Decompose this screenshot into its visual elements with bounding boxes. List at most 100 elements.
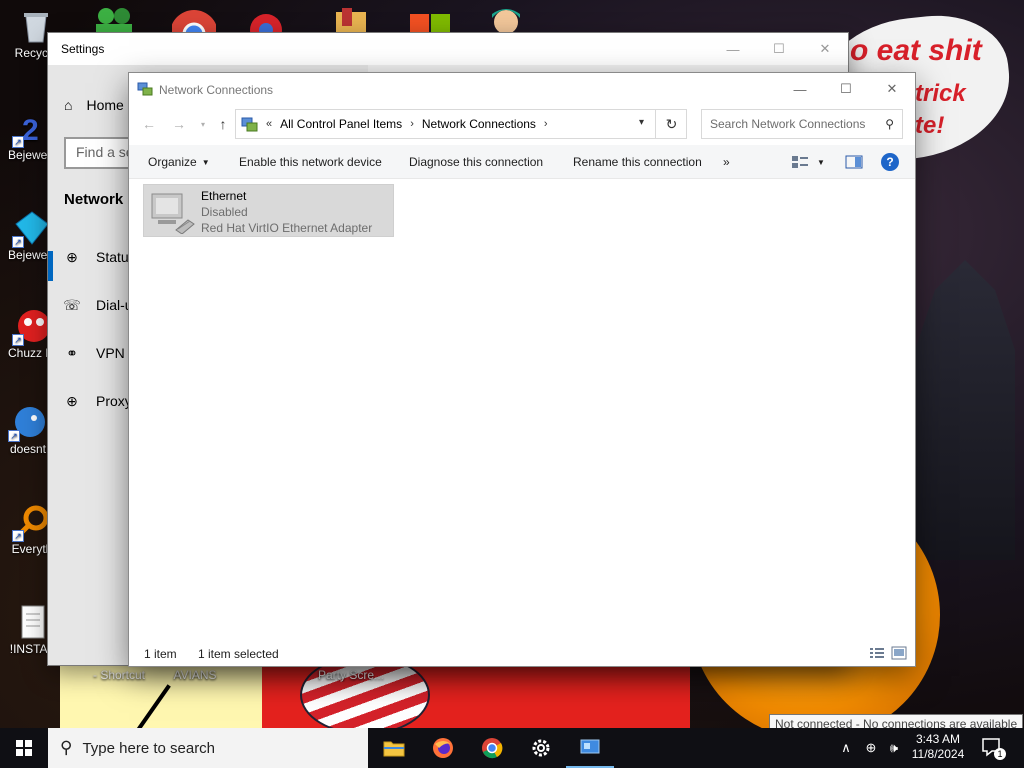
- settings-nav-status[interactable]: ⊕ Status: [64, 248, 136, 266]
- settings-home-link[interactable]: ⌂ Home: [64, 97, 124, 113]
- search-icon[interactable]: ⚲: [885, 117, 894, 131]
- enable-device-button[interactable]: Enable this network device: [237, 145, 384, 179]
- microsoft-store-icon[interactable]: [408, 4, 452, 34]
- chevron-up-icon[interactable]: ∧: [836, 728, 856, 768]
- preview-pane-icon[interactable]: [845, 154, 863, 170]
- breadcrumb-separator-icon[interactable]: ›: [410, 118, 414, 130]
- back-arrow-icon[interactable]: ←: [139, 115, 159, 133]
- diagnose-button[interactable]: Diagnose this connection: [407, 145, 545, 179]
- clock-time: 3:43 AM: [915, 732, 961, 746]
- dialup-icon: ☏: [63, 296, 81, 313]
- maximize-icon[interactable]: ☐: [756, 33, 802, 65]
- list-item-ethernet[interactable]: Ethernet Disabled Red Hat VirtIO Etherne…: [143, 184, 394, 237]
- proxy-globe-icon: ⊕: [66, 392, 78, 409]
- taskbar-search-placeholder: Type here to search: [82, 739, 216, 757]
- connection-device: Red Hat VirtIO Ethernet Adapter: [201, 221, 373, 235]
- file-explorer-icon[interactable]: [370, 728, 418, 768]
- chevron-down-icon: ▼: [201, 157, 210, 167]
- breadcrumb-overflow[interactable]: «: [266, 118, 272, 130]
- minimize-icon[interactable]: —: [710, 33, 756, 65]
- globe-status-icon: ⊕: [66, 248, 78, 265]
- home-icon: ⌂: [64, 97, 73, 113]
- organize-label: Organize: [148, 155, 197, 169]
- organize-menu-button[interactable]: Organize ▼: [146, 145, 212, 179]
- taskbar-search-box[interactable]: ⚲ Type here to search: [48, 728, 368, 768]
- help-icon[interactable]: ?: [881, 153, 899, 171]
- settings-section-title: Network &: [64, 191, 139, 208]
- desktop-label-shortcut[interactable]: - Shortcut: [88, 668, 150, 682]
- friends-icon[interactable]: [92, 4, 136, 34]
- desktop-label-party-screen[interactable]: Party Scre...: [316, 668, 386, 682]
- up-arrow-icon[interactable]: ↑: [213, 115, 233, 133]
- bird-icon[interactable]: ↗ doesnt: [4, 404, 52, 456]
- clock-date: 11/8/2024: [911, 747, 965, 761]
- wallpaper-text-line-3: te!: [915, 112, 945, 139]
- nc-titlebar[interactable]: Network Connections — ☐ ✕: [129, 73, 915, 105]
- forward-arrow-icon[interactable]: →: [169, 115, 189, 133]
- settings-titlebar[interactable]: Settings — ☐ ✕: [48, 33, 848, 65]
- large-icons-view-icon[interactable]: [891, 646, 907, 660]
- settings-home-label: Home: [86, 97, 124, 113]
- settings-nav-vpn[interactable]: ⚭ VPN: [64, 344, 125, 362]
- vpn-icon: ⚭: [66, 344, 78, 361]
- breadcrumb-separator-icon[interactable]: ›: [544, 118, 548, 130]
- close-icon[interactable]: ✕: [869, 73, 915, 105]
- item-count: 1 item: [144, 647, 177, 661]
- taskbar: ⚲ Type here to search ∧ ⊕ 🕪 3:43 AM 11/8…: [0, 728, 1024, 768]
- chrome-icon[interactable]: [468, 728, 516, 768]
- blueprint-icon[interactable]: [330, 4, 374, 34]
- character-icon[interactable]: [486, 4, 530, 34]
- start-button[interactable]: [0, 728, 48, 768]
- firefox-icon[interactable]: [419, 728, 467, 768]
- wallpaper-text-line-2: trick: [915, 80, 966, 107]
- chrome-desktop-icon[interactable]: [170, 4, 218, 58]
- rename-button[interactable]: Rename this connection: [571, 145, 704, 179]
- notification-center-button[interactable]: 1: [980, 736, 1006, 760]
- settings-gear-icon[interactable]: [517, 728, 565, 768]
- view-options-chevron-icon[interactable]: ▼: [815, 145, 827, 179]
- minimize-icon[interactable]: —: [777, 73, 823, 105]
- settings-nav-label: Proxy: [96, 393, 132, 409]
- recent-locations-chevron-icon[interactable]: ▾: [193, 115, 213, 133]
- desktop-label-avians[interactable]: AVIANS: [170, 668, 220, 682]
- nc-title: Network Connections: [159, 83, 274, 97]
- volume-icon[interactable]: 🕪: [884, 728, 904, 768]
- selection-count: 1 item selected: [198, 647, 279, 661]
- refresh-button[interactable]: ↻: [655, 109, 687, 139]
- search-placeholder: Search Network Connections: [710, 117, 866, 131]
- more-commands-button[interactable]: »: [721, 145, 732, 179]
- control-panel-icon: [241, 117, 258, 132]
- network-globe-icon[interactable]: ⊕: [860, 728, 882, 768]
- breadcrumb-control-panel[interactable]: All Control Panel Items: [280, 117, 402, 131]
- search-input[interactable]: Search Network Connections ⚲: [701, 109, 903, 139]
- settings-nav-label: Dial-u: [96, 297, 133, 313]
- settings-title: Settings: [61, 42, 105, 56]
- maximize-icon[interactable]: ☐: [823, 73, 869, 105]
- wallpaper-striped-ball: [300, 655, 430, 735]
- address-dropdown-icon[interactable]: ▾: [639, 117, 644, 128]
- settings-nav-proxy[interactable]: ⊕ Proxy: [64, 392, 132, 410]
- clock[interactable]: 3:43 AM 11/8/2024: [905, 732, 971, 762]
- address-bar[interactable]: « All Control Panel Items › Network Conn…: [235, 109, 687, 139]
- wallpaper-haunted-house: [915, 260, 1015, 560]
- breadcrumb-network-connections[interactable]: Network Connections: [422, 117, 536, 131]
- close-icon[interactable]: ✕: [802, 33, 848, 65]
- red-app-icon[interactable]: [246, 4, 290, 46]
- settings-nav-dialup[interactable]: ☏ Dial-u: [63, 296, 133, 314]
- active-nav-indicator: [48, 251, 53, 281]
- connections-list: Ethernet Disabled Red Hat VirtIO Etherne…: [129, 180, 915, 636]
- network-connections-window[interactable]: Network Connections — ☐ ✕ ← → ▾ ↑ « All …: [129, 73, 915, 666]
- address-row: ← → ▾ ↑ « All Control Panel Items › Netw…: [129, 107, 915, 141]
- network-folder-icon: [137, 82, 153, 96]
- notification-badge: 1: [994, 748, 1006, 760]
- settings-nav-label: VPN: [96, 345, 125, 361]
- windows-logo-icon: [16, 740, 32, 756]
- connection-name: Ethernet: [201, 189, 247, 203]
- wallpaper-text-line-1: o eat shit: [850, 34, 982, 67]
- control-panel-icon[interactable]: [566, 728, 614, 768]
- svg-text:2: 2: [22, 114, 39, 146]
- refresh-icon: ↻: [665, 115, 678, 132]
- search-icon: ⚲: [60, 738, 73, 757]
- change-view-icon[interactable]: [791, 154, 809, 170]
- details-view-icon[interactable]: [869, 646, 885, 660]
